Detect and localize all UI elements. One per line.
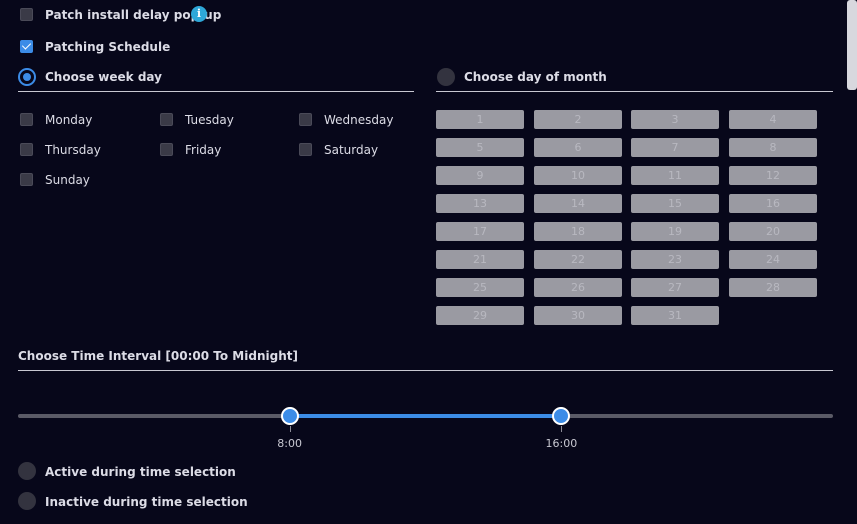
month-day-button[interactable]: 14 <box>534 194 622 213</box>
patching-schedule-label: Patching Schedule <box>45 40 171 54</box>
month-day-button[interactable]: 11 <box>631 166 719 185</box>
month-day-button[interactable]: 7 <box>631 138 719 157</box>
month-day-button[interactable]: 23 <box>631 250 719 269</box>
month-day-button[interactable]: 2 <box>534 110 622 129</box>
month-day-button[interactable]: 10 <box>534 166 622 185</box>
month-day-button[interactable]: 26 <box>534 278 622 297</box>
end-tick <box>561 426 563 432</box>
active-radio[interactable] <box>18 462 36 480</box>
month-day-button[interactable]: 1 <box>436 110 524 129</box>
week-day-radio[interactable] <box>18 68 36 86</box>
month-day-button[interactable]: 28 <box>729 278 817 297</box>
inactive-label: Inactive during time selection <box>45 495 248 509</box>
weekday-label: Friday <box>185 143 222 157</box>
month-day-button[interactable]: 24 <box>729 250 817 269</box>
month-day-button[interactable]: 31 <box>631 306 719 325</box>
weekday-checkbox[interactable] <box>20 143 33 156</box>
weekday-checkbox[interactable] <box>160 143 173 156</box>
weekday-checkbox[interactable] <box>160 113 173 126</box>
month-day-button[interactable]: 4 <box>729 110 817 129</box>
month-day-button[interactable]: 3 <box>631 110 719 129</box>
month-day-button[interactable]: 8 <box>729 138 817 157</box>
weekday-checkbox[interactable] <box>20 173 33 186</box>
month-day-button[interactable]: 25 <box>436 278 524 297</box>
patch-delay-checkbox[interactable] <box>20 8 33 21</box>
time-interval-label: Choose Time Interval [00:00 To Midnight] <box>18 349 298 363</box>
slider-end-handle[interactable] <box>552 407 571 425</box>
month-day-button[interactable]: 18 <box>534 222 622 241</box>
start-tick <box>289 426 291 432</box>
end-time-label: 16:00 <box>545 437 578 450</box>
time-divider <box>18 370 833 371</box>
weekday-label: Tuesday <box>185 113 234 127</box>
week-day-label: Choose week day <box>45 70 162 84</box>
month-day-button[interactable]: 12 <box>729 166 817 185</box>
week-divider <box>18 91 414 92</box>
slider-start-handle[interactable] <box>280 407 299 425</box>
weekday-label: Monday <box>45 113 93 127</box>
month-day-label: Choose day of month <box>464 70 607 84</box>
weekday-checkbox[interactable] <box>299 143 312 156</box>
weekday-label: Thursday <box>45 143 101 157</box>
month-day-button[interactable]: 16 <box>729 194 817 213</box>
start-time-label: 8:00 <box>277 437 302 450</box>
active-label: Active during time selection <box>45 465 236 479</box>
weekday-label: Sunday <box>45 173 90 187</box>
month-day-button[interactable]: 17 <box>436 222 524 241</box>
month-day-button[interactable]: 13 <box>436 194 524 213</box>
month-day-button[interactable]: 29 <box>436 306 524 325</box>
month-day-button[interactable]: 15 <box>631 194 719 213</box>
patching-schedule-checkbox[interactable] <box>20 40 33 53</box>
month-day-button[interactable]: 9 <box>436 166 524 185</box>
info-icon[interactable]: i <box>191 6 207 22</box>
month-day-button[interactable]: 30 <box>534 306 622 325</box>
month-day-button[interactable]: 27 <box>631 278 719 297</box>
weekday-checkbox[interactable] <box>299 113 312 126</box>
month-day-button[interactable]: 19 <box>631 222 719 241</box>
month-day-button[interactable]: 20 <box>729 222 817 241</box>
inactive-radio[interactable] <box>18 492 36 510</box>
month-day-button[interactable]: 22 <box>534 250 622 269</box>
weekday-label: Wednesday <box>324 113 394 127</box>
weekday-label: Saturday <box>324 143 379 157</box>
month-divider <box>436 91 833 92</box>
month-day-button[interactable]: 6 <box>534 138 622 157</box>
month-day-button[interactable]: 21 <box>436 250 524 269</box>
weekday-checkbox[interactable] <box>20 113 33 126</box>
scrollbar[interactable] <box>847 0 857 90</box>
month-day-button[interactable]: 5 <box>436 138 524 157</box>
month-day-radio[interactable] <box>437 68 455 86</box>
time-slider-range <box>289 414 562 418</box>
